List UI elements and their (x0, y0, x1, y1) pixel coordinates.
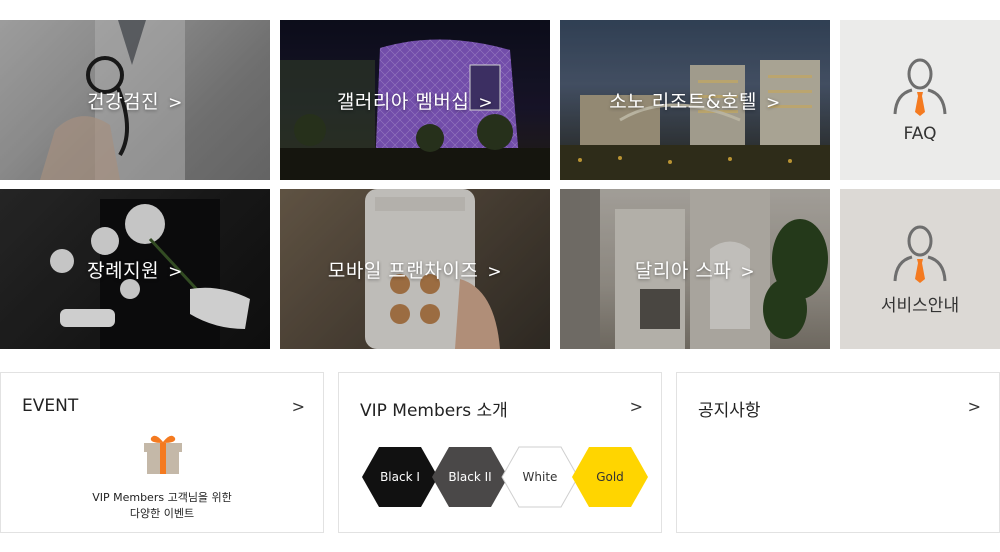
tier-gold[interactable]: Gold (571, 445, 649, 509)
tile-label: 건강검진 > (87, 90, 183, 113)
event-text-line1: VIP Members 고객님을 위한 (92, 491, 232, 504)
tier-label: Black I (380, 470, 420, 484)
tile-label: 모바일 프랜차이즈 > (327, 259, 503, 282)
notice-title: 공지사항 (698, 401, 761, 421)
faq-label: FAQ (903, 124, 937, 144)
chevron-right-icon: > (478, 92, 494, 113)
event-title: EVENT (22, 396, 79, 416)
tile-galleria-membership[interactable]: 갤러리아 멤버십 > (280, 20, 550, 180)
tier-hexagons: Black I Black II White Gold (361, 445, 648, 509)
person-tie-icon (893, 225, 947, 283)
tile-label: 갤러리아 멤버십 > (336, 90, 494, 113)
tier-label: White (522, 470, 558, 484)
vip-members-card: VIP Members 소개 > Black I Black II White … (338, 372, 662, 533)
tile-dahlia-spa[interactable]: 달리아 스파 > (560, 189, 830, 349)
notice-more-arrow-icon[interactable]: > (968, 397, 981, 416)
faq-button[interactable]: FAQ (840, 20, 1000, 180)
vip-members-title: VIP Members 소개 (360, 401, 508, 421)
tier-white[interactable]: White (501, 445, 579, 509)
tier-label: Black II (448, 470, 492, 484)
tile-label: 달리아 스파 > (634, 259, 756, 282)
tier-black-2[interactable]: Black II (431, 445, 509, 509)
event-card: EVENT > VIP Members 고객님을 위한 다양한 이벤트 (0, 372, 324, 533)
service-info-button[interactable]: 서비스안내 (840, 189, 1000, 349)
service-info-label: 서비스안내 (880, 295, 960, 316)
chevron-right-icon: > (765, 92, 781, 113)
tier-label: Gold (596, 470, 624, 484)
chevron-right-icon: > (487, 261, 503, 282)
event-description: VIP Members 고객님을 위한 다양한 이벤트 (1, 490, 323, 522)
event-more-arrow-icon[interactable]: > (292, 397, 305, 416)
tile-funeral-support[interactable]: 장례지원 > (0, 189, 270, 349)
tier-black-1[interactable]: Black I (361, 445, 439, 509)
chevron-right-icon: > (168, 261, 183, 282)
tile-label: 장례지원 > (87, 259, 183, 282)
tile-mobile-franchise[interactable]: 모바일 프랜차이즈 > (280, 189, 550, 349)
chevron-right-icon: > (740, 261, 756, 282)
tile-label: 소노 리조트&호텔 > (609, 90, 781, 113)
vip-members-more-arrow-icon[interactable]: > (630, 397, 643, 416)
tile-health-checkup[interactable]: 건강검진 > (0, 20, 270, 180)
person-tie-icon (893, 58, 947, 116)
tile-sono-resort-hotel[interactable]: 소노 리조트&호텔 > (560, 20, 830, 180)
notice-card: 공지사항 > (676, 372, 1000, 533)
chevron-right-icon: > (168, 92, 183, 113)
event-text-line2: 다양한 이벤트 (129, 507, 195, 520)
gift-icon (144, 435, 182, 474)
